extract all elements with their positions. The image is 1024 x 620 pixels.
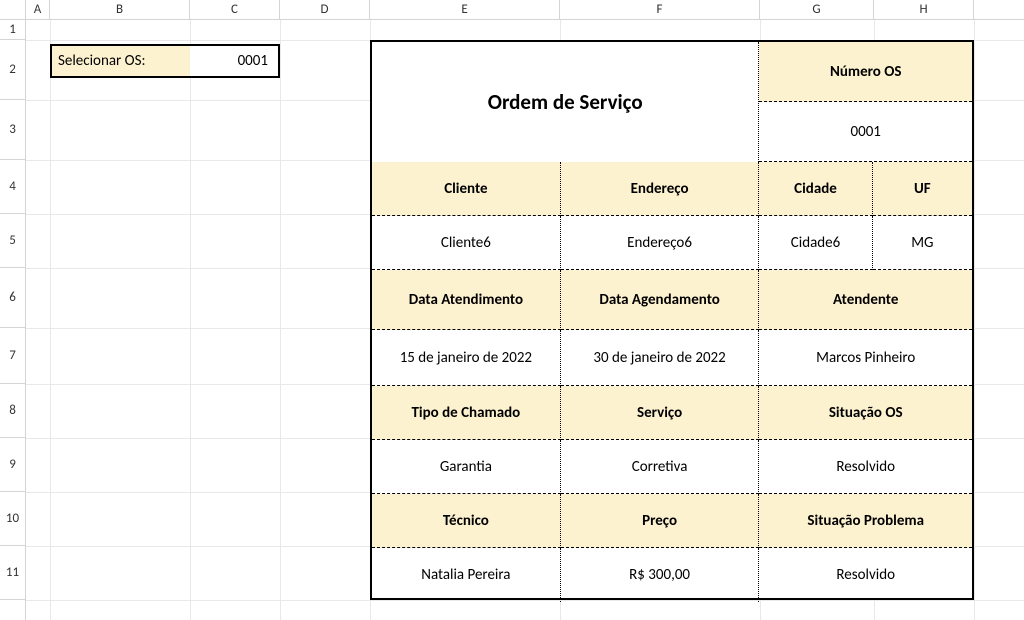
header-situacao-problema: Situação Problema xyxy=(759,494,972,548)
header-servico: Serviço xyxy=(561,386,760,440)
row-header-1[interactable]: 1 xyxy=(0,20,25,40)
col-header-a[interactable]: A xyxy=(26,0,50,19)
header-situacao-os: Situação OS xyxy=(759,386,972,440)
value-preco: R$ 300,00 xyxy=(561,548,760,602)
row-header-6[interactable]: 6 xyxy=(0,268,25,328)
header-endereco: Endereço xyxy=(561,162,760,216)
numero-os-label: Número OS xyxy=(759,42,972,102)
header-data-atendimento: Data Atendimento xyxy=(372,270,561,330)
selector-value[interactable]: 0001 xyxy=(190,46,279,76)
value-situacao-os: Resolvido xyxy=(759,440,972,494)
row-header-3[interactable]: 3 xyxy=(0,100,25,160)
value-endereco: Endereço6 xyxy=(561,216,760,270)
header-data-agendamento: Data Agendamento xyxy=(561,270,760,330)
row-header-2[interactable]: 2 xyxy=(0,40,25,100)
service-order-form: Ordem de Serviço Número OS 0001 Cliente … xyxy=(370,40,974,600)
sheet-area[interactable]: Selecionar OS: 0001 Ordem de Serviço Núm… xyxy=(26,20,1024,620)
col-header-e[interactable]: E xyxy=(370,0,560,19)
value-data-agendamento: 30 de janeiro de 2022 xyxy=(561,330,760,386)
col-header-h[interactable]: H xyxy=(874,0,974,19)
col-header-d[interactable]: D xyxy=(280,0,370,19)
row-header-5[interactable]: 5 xyxy=(0,214,25,268)
value-tipo-chamado: Garantia xyxy=(372,440,561,494)
row-header-11[interactable]: 11 xyxy=(0,546,25,600)
row-header-4[interactable]: 4 xyxy=(0,160,25,214)
form-title: Ordem de Serviço xyxy=(372,42,759,162)
selector-label: Selecionar OS: xyxy=(52,46,190,76)
col-header-c[interactable]: C xyxy=(190,0,280,19)
row-header-7[interactable]: 7 xyxy=(0,328,25,384)
value-servico: Corretiva xyxy=(561,440,760,494)
col-header-f[interactable]: F xyxy=(560,0,760,19)
header-preco: Preço xyxy=(561,494,760,548)
value-uf: MG xyxy=(873,216,972,270)
value-cliente: Cliente6 xyxy=(372,216,561,270)
value-situacao-problema: Resolvido xyxy=(759,548,972,602)
header-cidade: Cidade xyxy=(759,162,872,216)
value-data-atendimento: 15 de janeiro de 2022 xyxy=(372,330,561,386)
select-all-corner[interactable] xyxy=(0,0,26,20)
row-header-9[interactable]: 9 xyxy=(0,438,25,492)
col-header-g[interactable]: G xyxy=(760,0,874,19)
column-headers[interactable]: ABCDEFGH xyxy=(26,0,1024,20)
header-atendente: Atendente xyxy=(759,270,972,330)
header-tecnico: Técnico xyxy=(372,494,561,548)
header-cliente: Cliente xyxy=(372,162,561,216)
value-tecnico: Natalia Pereira xyxy=(372,548,561,602)
value-atendente: Marcos Pinheiro xyxy=(759,330,972,386)
numero-os-value: 0001 xyxy=(759,102,972,162)
header-tipo-chamado: Tipo de Chamado xyxy=(372,386,561,440)
row-header-8[interactable]: 8 xyxy=(0,384,25,438)
row-header-10[interactable]: 10 xyxy=(0,492,25,546)
selector-box: Selecionar OS: 0001 xyxy=(50,44,280,78)
col-header-b[interactable]: B xyxy=(50,0,190,19)
header-uf: UF xyxy=(873,162,972,216)
row-headers[interactable]: 1234567891011 xyxy=(0,20,26,620)
value-cidade: Cidade6 xyxy=(759,216,872,270)
